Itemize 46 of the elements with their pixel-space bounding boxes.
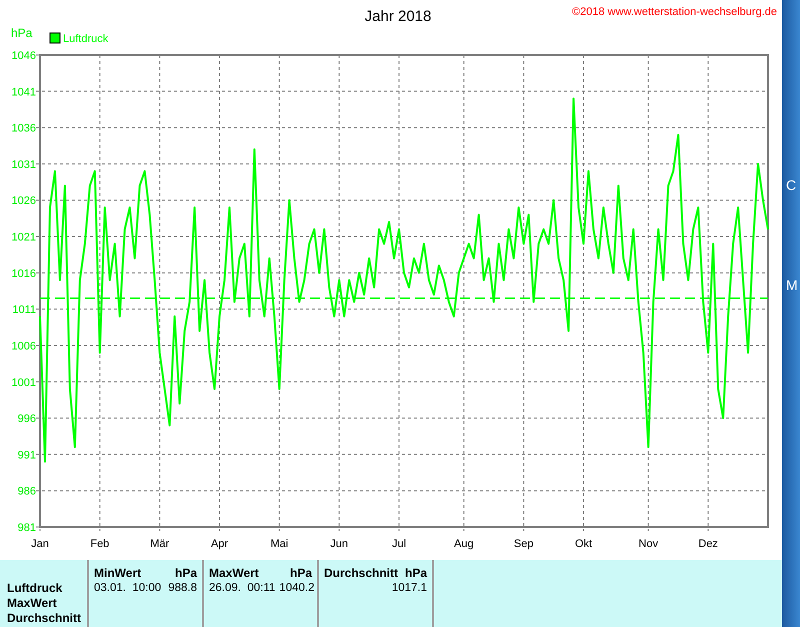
x-tick-label: Nov <box>638 538 658 550</box>
partial-label: C <box>786 178 798 192</box>
timestamp: 03.01. 10:00 <box>94 581 162 596</box>
y-tick-label: 1021 <box>12 232 36 244</box>
x-tick-label: Sep <box>514 538 534 550</box>
x-tick-label: Okt <box>574 538 592 550</box>
row-label: Luftdruck <box>7 581 64 596</box>
x-tick-label: Mai <box>270 538 288 550</box>
x-tick-label: Jul <box>392 538 406 550</box>
y-tick-label: 1041 <box>12 86 36 98</box>
value-cell: 1017.1 <box>392 581 427 596</box>
unit-label: hPa <box>174 566 197 581</box>
x-tick-label: Jan <box>31 538 49 550</box>
y-tick-label: 1026 <box>12 195 36 208</box>
y-tick-label: 986 <box>18 486 36 498</box>
row-label: MaxWert <box>7 596 58 611</box>
value-cell: 1040.2 <box>279 581 314 596</box>
value-cell: 988.8 <box>168 581 197 596</box>
x-tick-label: Mär <box>150 538 170 550</box>
x-tick-label: Feb <box>90 538 110 550</box>
y-tick-label: 1006 <box>12 340 36 352</box>
x-tick-label: Dez <box>698 538 718 550</box>
y-tick-label: 991 <box>18 449 36 462</box>
x-tick-label: Aug <box>454 538 474 550</box>
y-axis-unit: hPa <box>11 26 32 40</box>
y-tick-label: 1036 <box>12 122 36 135</box>
y-tick-label: 996 <box>18 413 36 426</box>
chart-title: Jahr 2018 <box>364 8 432 25</box>
x-tick-label: Apr <box>210 538 228 550</box>
y-tick-label: 1016 <box>12 268 36 280</box>
timestamp: 26.09. 00:11 <box>209 581 276 596</box>
unit-label: hPa <box>404 566 427 581</box>
unit-label: hPa <box>290 566 312 581</box>
x-tick-label: Jun <box>330 538 348 550</box>
column-header: MaxWert <box>209 566 259 581</box>
legend-label: Luftdruck <box>63 33 108 45</box>
y-tick-label: 1046 <box>12 50 36 62</box>
column-header: MinWert <box>94 566 142 581</box>
row-label: Durchschnitt <box>7 611 82 626</box>
partial-label: M <box>786 278 799 292</box>
copyright-link[interactable]: ©2018 www.wetterstation-wechselburg.de <box>572 6 777 18</box>
y-tick-label: 1001 <box>12 376 36 389</box>
column-header: Durchschnitt <box>324 566 398 581</box>
y-tick-label: 1031 <box>12 158 36 171</box>
y-tick-label: 981 <box>18 522 36 534</box>
y-tick-label: 1011 <box>12 304 36 316</box>
